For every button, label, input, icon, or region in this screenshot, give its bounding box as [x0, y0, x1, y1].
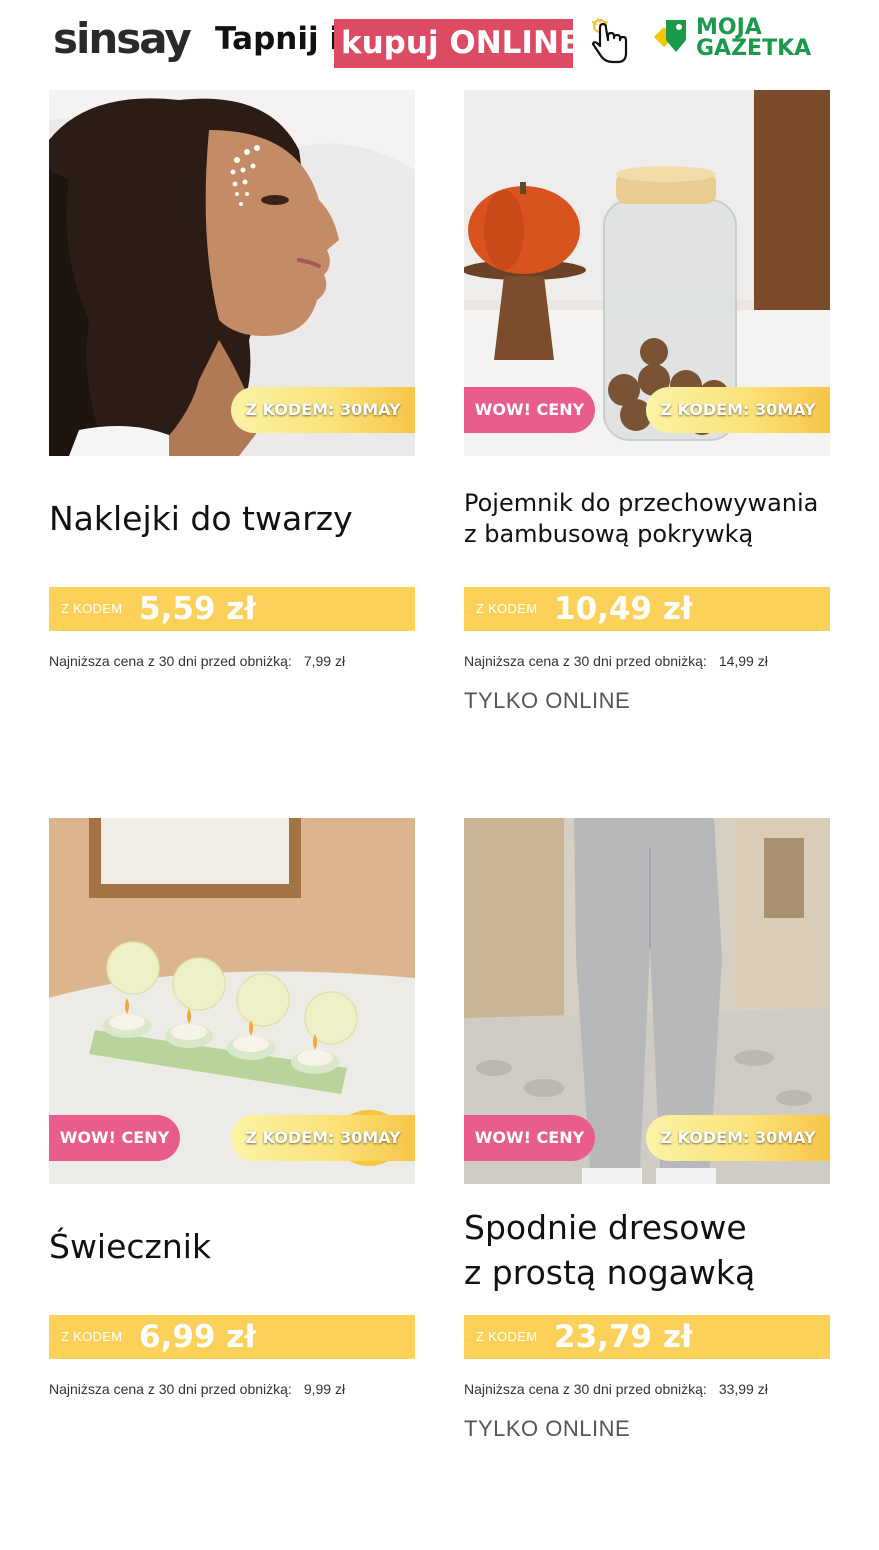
lowest-price-info: Najniższa cena z 30 dni przed obniżką: 7,… [49, 653, 345, 669]
promo-code-badge: Z KODEM: 30MAY [231, 1115, 415, 1161]
lowest-price-value: 33,99 zł [718, 1381, 768, 1397]
promo-code-badge: Z KODEM: 30MAY [231, 387, 415, 433]
lowest-price-value: 14,99 zł [718, 653, 768, 669]
wow-price-badge: WOW! CENY [49, 1115, 180, 1161]
product-title[interactable]: Naklejki do twarzy [49, 499, 415, 538]
lowest-price-label: Najniższa cena z 30 dni przed obniżką: [464, 1381, 707, 1397]
lowest-price-label: Najniższa cena z 30 dni przed obniżką: [49, 653, 292, 669]
price-value: 23,79 zł [554, 1319, 693, 1355]
product-title-line: Świecznik [49, 1227, 212, 1266]
header: sinsay Tapnij i kupuj ONLINE MOJA GAZETK… [0, 0, 879, 90]
wow-price-badge: WOW! CENY [464, 1115, 595, 1161]
price-bar: Z KODEM 10,49 zł [464, 587, 830, 631]
gazetka-logo-text[interactable]: MOJA GAZETKA [696, 15, 812, 61]
price-bar: Z KODEM 6,99 zł [49, 1315, 415, 1359]
price-prefix: Z KODEM [61, 601, 123, 616]
lowest-price-value: 7,99 zł [303, 653, 346, 669]
gazetka-tag-icon [654, 20, 686, 52]
promo-code-badge: Z KODEM: 30MAY [646, 1115, 830, 1161]
gazetka-line2: GAZETKA [696, 36, 812, 61]
lowest-price-info: Najniższa cena z 30 dni przed obniżką: 33… [464, 1381, 768, 1397]
product-title-line: Naklejki do twarzy [49, 499, 353, 538]
product-title-line: z prostą nogawką [464, 1252, 756, 1292]
price-value: 6,99 zł [139, 1319, 256, 1355]
gazetka-line1: MOJA [696, 15, 762, 40]
price-bar: Z KODEM 5,59 zł [49, 587, 415, 631]
product-card[interactable]: WOW! CENY Z KODEM: 30MAY Świecznik Z KOD… [49, 818, 415, 1418]
promo-code-badge: Z KODEM: 30MAY [646, 387, 830, 433]
price-prefix: Z KODEM [61, 1329, 123, 1344]
product-title[interactable]: Pojemnik do przechowywania z bambusową p… [464, 488, 830, 550]
product-title-line: Spodnie dresowe [464, 1208, 747, 1247]
tap-text: Tapnij i [215, 21, 340, 57]
product-card[interactable]: Z KODEM: 30MAY Naklejki do twarzy Z KODE… [49, 90, 415, 690]
product-title[interactable]: Spodnie dresowe z prostą nogawką [464, 1206, 830, 1296]
product-title-line: z bambusową pokrywką [464, 520, 754, 549]
price-value: 10,49 zł [554, 591, 693, 627]
product-title[interactable]: Świecznik [49, 1227, 415, 1266]
wow-price-badge: WOW! CENY [464, 387, 595, 433]
product-title-line: Pojemnik do przechowywania [464, 489, 819, 517]
lowest-price-info: Najniższa cena z 30 dni przed obniżką: 9,… [49, 1381, 345, 1397]
online-only-label: TYLKO ONLINE [464, 1416, 631, 1441]
sinsay-logo[interactable]: sinsay [53, 18, 192, 60]
price-prefix: Z KODEM [476, 601, 538, 616]
product-card[interactable]: WOW! CENY Z KODEM: 30MAY Spodnie dresowe… [464, 818, 830, 1458]
price-value: 5,59 zł [139, 591, 256, 627]
price-bar: Z KODEM 23,79 zł [464, 1315, 830, 1359]
shop-online-banner[interactable]: kupuj ONLINE [334, 19, 580, 68]
lowest-price-label: Najniższa cena z 30 dni przed obniżką: [464, 653, 707, 669]
lowest-price-value: 9,99 zł [303, 1381, 346, 1397]
product-card[interactable]: WOW! CENY Z KODEM: 30MAY Pojemnik do prz… [464, 90, 830, 730]
lowest-price-info: Najniższa cena z 30 dni przed obniżką: 14… [464, 653, 768, 669]
lowest-price-label: Najniższa cena z 30 dni przed obniżką: [49, 1381, 292, 1397]
tap-hand-icon [591, 18, 628, 64]
online-only-label: TYLKO ONLINE [464, 688, 631, 713]
price-prefix: Z KODEM [476, 1329, 538, 1344]
